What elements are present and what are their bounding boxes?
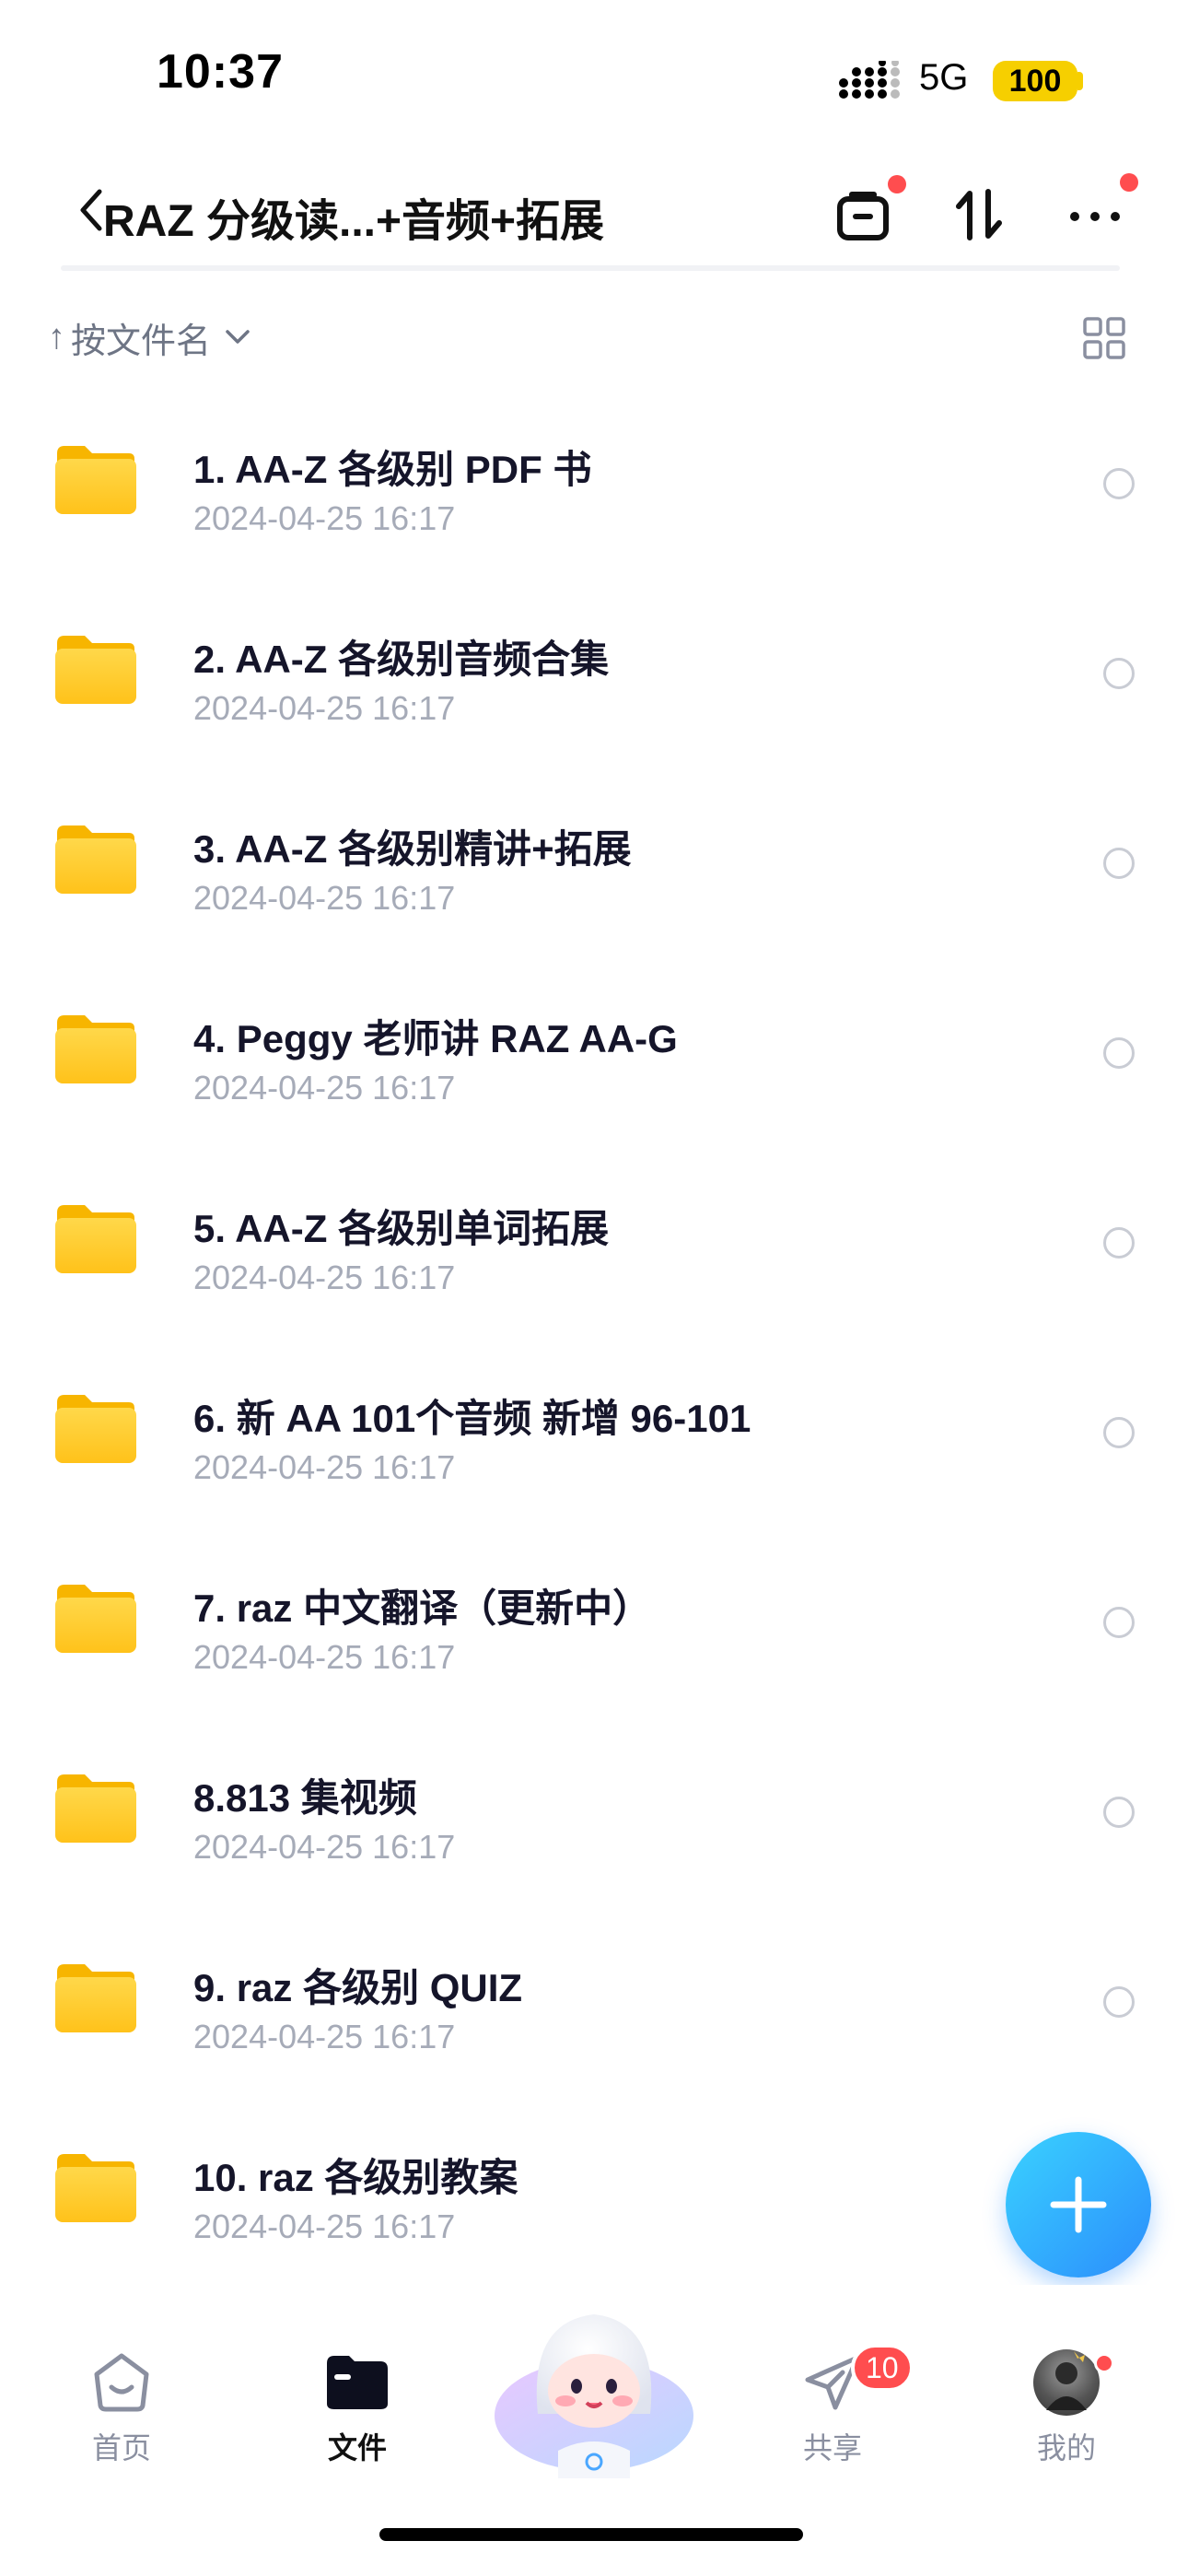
sort-button[interactable] [939, 175, 1019, 254]
select-checkbox[interactable] [1103, 1037, 1135, 1069]
tab-files[interactable]: 文件 [284, 2349, 431, 2478]
tab-home[interactable]: 首页 [48, 2349, 195, 2478]
file-date: 2024-04-25 16:17 [193, 1259, 456, 1296]
file-row-4[interactable]: 4. Peggy 老师讲 RAZ AA-G 2024-04-25 16:17 [0, 956, 1188, 1146]
home-icon [88, 2349, 155, 2416]
folder-icon [55, 1395, 136, 1463]
file-row-7[interactable]: 7. raz 中文翻译（更新中） 2024-04-25 16:17 [0, 1526, 1188, 1715]
notification-dot [1120, 173, 1138, 192]
transfer-button[interactable] [823, 175, 906, 254]
file-name: 10. raz 各级别教案 [193, 2156, 518, 2199]
file-list: 1. AA-Z 各级别 PDF 书 2024-04-25 16:17 2. AA… [0, 387, 1188, 2285]
file-date: 2024-04-25 16:17 [193, 2018, 456, 2055]
plus-icon [1050, 2176, 1107, 2233]
file-date: 2024-04-25 16:17 [193, 1638, 456, 1676]
status-time: 10:37 [157, 45, 284, 99]
file-date: 2024-04-25 16:17 [193, 2207, 456, 2245]
folder-icon [55, 2154, 136, 2222]
network-type: 5G [919, 57, 969, 98]
file-name: 7. raz 中文翻译（更新中） [193, 1587, 652, 1630]
folder-icon [55, 825, 136, 894]
file-date: 2024-04-25 16:17 [193, 689, 456, 727]
file-name: 5. AA-Z 各级别单词拓展 [193, 1207, 610, 1250]
transfer-box-icon [837, 192, 889, 240]
select-checkbox[interactable] [1103, 1797, 1135, 1828]
tab-label: 首页 [91, 2431, 151, 2465]
tab-label: 我的 [1036, 2431, 1096, 2465]
page-title: RAZ 分级读...+音频+拓展 [103, 197, 605, 246]
file-row-8[interactable]: 8.813 集视频 2024-04-25 16:17 [0, 1715, 1188, 1905]
battery-tip [1077, 72, 1083, 90]
file-name: 6. 新 AA 101个音频 新增 96-101 [193, 1397, 751, 1440]
select-checkbox[interactable] [1103, 468, 1135, 499]
file-row-9[interactable]: 9. raz 各级别 QUIZ 2024-04-25 16:17 [0, 1905, 1188, 2095]
select-checkbox[interactable] [1103, 1607, 1135, 1638]
battery-indicator: 100 [993, 61, 1077, 101]
sort-row: ↑ 按文件名 [0, 304, 1188, 370]
sort-direction-arrow: ↑ [48, 317, 65, 357]
more-button[interactable] [1055, 173, 1138, 254]
file-date: 2024-04-25 16:17 [193, 499, 456, 537]
file-row-6[interactable]: 6. 新 AA 101个音频 新增 96-101 2024-04-25 16:1… [0, 1336, 1188, 1526]
file-name: 2. AA-Z 各级别音频合集 [193, 638, 610, 681]
tab-bar: 首页 文件 共享 10 我的 [0, 2285, 1188, 2576]
file-name: 4. Peggy 老师讲 RAZ AA-G [193, 1017, 678, 1060]
add-button[interactable] [1006, 2132, 1151, 2277]
folder-icon [55, 1205, 136, 1273]
nav-divider [61, 265, 1120, 271]
folder-icon [55, 1774, 136, 1843]
status-bar: 10:37 5G 100 [0, 0, 1188, 157]
file-name: 9. raz 各级别 QUIZ [193, 1966, 523, 2009]
select-checkbox[interactable] [1103, 1227, 1135, 1259]
more-icon [1070, 212, 1120, 221]
file-name: 1. AA-Z 各级别 PDF 书 [193, 448, 592, 491]
nav-bar: RAZ 分级读...+音频+拓展 [0, 157, 1188, 271]
file-row-5[interactable]: 5. AA-Z 各级别单词拓展 2024-04-25 16:17 [0, 1146, 1188, 1336]
avatar [1033, 2349, 1100, 2416]
folder-icon [55, 636, 136, 704]
file-name: 8.813 集视频 [193, 1776, 417, 1820]
grid-view-icon[interactable] [1083, 317, 1125, 359]
avatar-image [1046, 2351, 1087, 2410]
file-row-2[interactable]: 2. AA-Z 各级别音频合集 2024-04-25 16:17 [0, 577, 1188, 767]
select-checkbox[interactable] [1103, 658, 1135, 689]
mascot-icon[interactable] [492, 2303, 696, 2488]
folder-icon [55, 1964, 136, 2032]
folder-icon [55, 1585, 136, 1653]
folder-icon [55, 446, 136, 514]
notification-dot [888, 175, 906, 193]
file-name: 3. AA-Z 各级别精讲+拓展 [193, 827, 632, 871]
file-date: 2024-04-25 16:17 [193, 1828, 456, 1866]
notification-dot [1094, 2353, 1114, 2373]
share-badge: 10 [851, 2344, 914, 2392]
tab-label: 共享 [802, 2431, 862, 2465]
folder-icon [324, 2349, 390, 2416]
tab-mine[interactable]: 我的 [993, 2349, 1140, 2478]
file-date: 2024-04-25 16:17 [193, 1448, 456, 1486]
sort-by-name-button[interactable]: ↑ 按文件名 [48, 304, 251, 370]
tab-label: 文件 [327, 2431, 387, 2465]
signal-icon [839, 61, 900, 99]
folder-icon [55, 1015, 136, 1083]
file-date: 2024-04-25 16:17 [193, 1069, 456, 1107]
select-checkbox[interactable] [1103, 1986, 1135, 2018]
file-row-3[interactable]: 3. AA-Z 各级别精讲+拓展 2024-04-25 16:17 [0, 767, 1188, 956]
select-checkbox[interactable] [1103, 848, 1135, 879]
home-indicator [379, 2528, 803, 2541]
sort-label: 按文件名 [71, 322, 212, 361]
select-checkbox[interactable] [1103, 1417, 1135, 1448]
file-date: 2024-04-25 16:17 [193, 879, 456, 917]
file-row-1[interactable]: 1. AA-Z 各级别 PDF 书 2024-04-25 16:17 [0, 387, 1188, 577]
chevron-down-icon [226, 330, 250, 344]
sort-arrows-icon [956, 189, 1002, 240]
